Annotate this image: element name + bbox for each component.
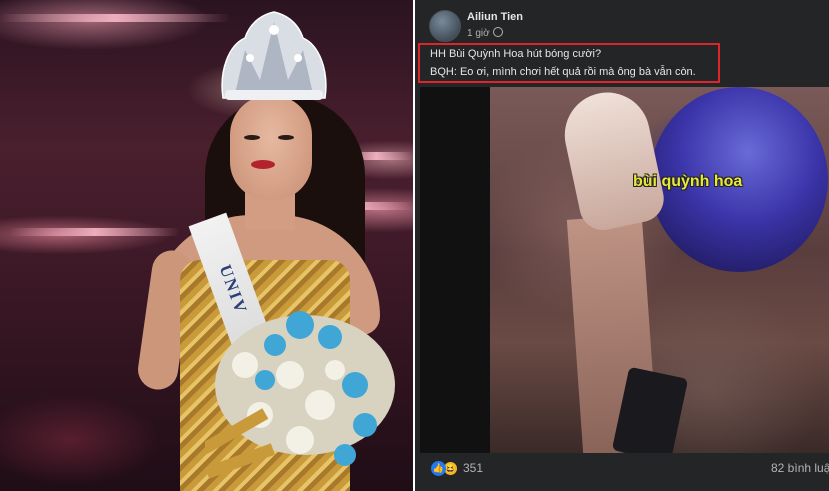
winner-photo: UNIV <box>0 0 413 491</box>
comment-count[interactable]: 82 bình luậ <box>771 461 829 475</box>
post-caption-highlight: HH Bùi Quỳnh Hoa hút bóng cười? BQH: Eo … <box>418 43 720 83</box>
stage-light <box>0 14 230 22</box>
like-icon[interactable]: 👍 <box>431 461 446 476</box>
stage-light <box>10 228 180 236</box>
post-header: Ailiun Tien 1 giờ <box>415 0 829 44</box>
hand <box>556 87 669 235</box>
caption-line-1: HH Bùi Quỳnh Hoa hút bóng cười? <box>430 48 602 60</box>
lips <box>251 160 275 169</box>
post-time[interactable]: 1 giờ <box>467 28 490 39</box>
face <box>230 95 312 200</box>
eye <box>244 135 260 140</box>
avatar[interactable] <box>429 10 461 42</box>
post-footer: 👍 😆 351 82 bình luậ <box>415 455 829 491</box>
crown-icon <box>221 11 327 100</box>
reactions-count[interactable]: 351 <box>463 461 483 475</box>
video-overlay-label: bùi quỳnh hoa <box>633 173 743 190</box>
eye <box>278 135 294 140</box>
post-time-row: 1 giờ <box>467 27 503 39</box>
facebook-post: Ailiun Tien 1 giờ HH Bùi Quỳnh Hoa hút b… <box>415 0 829 491</box>
globe-icon <box>492 27 503 37</box>
bouquet <box>205 311 395 479</box>
post-author[interactable]: Ailiun Tien <box>467 11 523 23</box>
caption-line-2: BQH: Eo ơi, mình chơi hết quả rồi mà ông… <box>430 66 696 78</box>
video-frame[interactable]: bùi quỳnh hoa <box>490 87 829 453</box>
post-video[interactable]: bùi quỳnh hoa <box>420 87 829 453</box>
